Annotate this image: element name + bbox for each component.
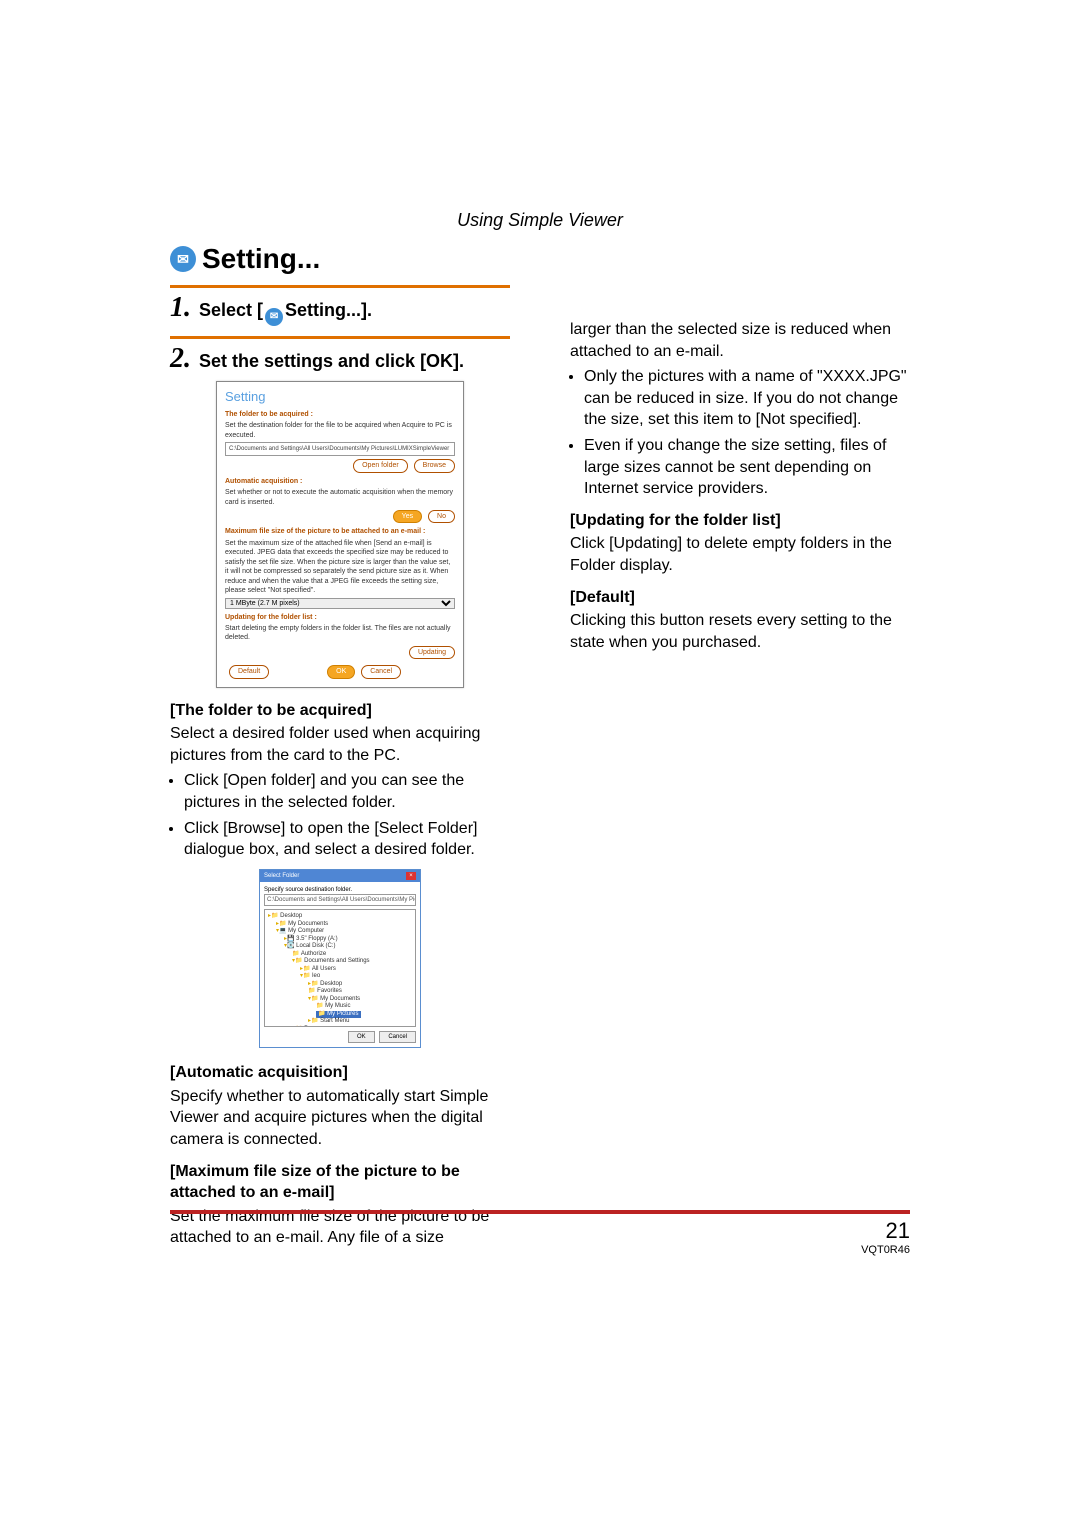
ok-button[interactable]: OK [348, 1031, 375, 1043]
step-2: 2. Set the settings and click [OK]. [170, 345, 510, 373]
group-label: Updating for the folder list : [225, 613, 455, 622]
browse-button[interactable]: Browse [414, 459, 455, 472]
group-description: Set whether or not to execute the automa… [225, 488, 455, 507]
page-footer: 21 VQT0R46 [170, 1210, 910, 1256]
ok-button[interactable]: OK [327, 665, 355, 678]
yes-button[interactable]: Yes [393, 510, 422, 523]
subheading: [The folder to be acquired] [170, 700, 510, 722]
group-description: Set the destination folder for the file … [225, 421, 455, 440]
footer-rule [170, 1210, 910, 1214]
group-description: Set the maximum size of the attached fil… [225, 539, 455, 596]
folder-tree[interactable]: ▸📁 Desktop ▸📁 My Documents ▾💻 My Compute… [264, 909, 416, 1027]
step1-prefix: Select [ [199, 300, 263, 320]
group-label: Maximum file size of the picture to be a… [225, 527, 455, 536]
dialog-title: Setting [225, 388, 455, 406]
subheading: [Default] [570, 587, 910, 609]
body-text: Click [Updating] to delete empty folders… [570, 533, 910, 576]
section-title-text: Setting... [202, 243, 320, 275]
list-item: Click [Browse] to open the [Select Folde… [184, 818, 510, 861]
close-icon[interactable]: × [406, 872, 416, 880]
list-item: Even if you change the size setting, fil… [584, 435, 910, 500]
subheading: [Maximum file size of the picture to be … [170, 1161, 510, 1204]
group-label: The folder to be acquired : [225, 410, 455, 419]
mail-icon [170, 246, 196, 272]
bullet-list: Click [Open folder] and you can see the … [184, 770, 510, 860]
document-code: VQT0R46 [170, 1244, 910, 1256]
divider [170, 285, 510, 288]
left-column: 1. Select [ Setting...]. 2. Set the setti… [170, 275, 510, 1251]
subheading: [Automatic acquisition] [170, 1062, 510, 1084]
body-text: Clicking this button resets every settin… [570, 610, 910, 653]
dialog-label: Specify source destination folder. [264, 886, 416, 894]
section-title: Setting... [170, 243, 910, 275]
folder-path-input[interactable]: C:\Documents and Settings\All Users\Docu… [225, 442, 455, 456]
list-item: Only the pictures with a name of "XXXX.J… [584, 366, 910, 431]
path-input[interactable]: C:\Documents and Settings\All Users\Docu… [264, 894, 416, 906]
group-label: Automatic acquisition : [225, 477, 455, 486]
step-1: 1. Select [ Setting...]. [170, 294, 510, 326]
body-text: larger than the selected size is reduced… [570, 319, 910, 362]
mail-icon [265, 308, 283, 326]
updating-button[interactable]: Updating [409, 646, 455, 659]
list-item: Click [Open folder] and you can see the … [184, 770, 510, 813]
document-page: Using Simple Viewer Setting... 1. Select… [170, 210, 910, 1251]
body-text: Specify whether to automatically start S… [170, 1086, 510, 1151]
no-button[interactable]: No [428, 510, 455, 523]
setting-dialog-screenshot: Setting The folder to be acquired : Set … [216, 381, 464, 687]
selected-folder[interactable]: 📁 My Pictures [316, 1011, 361, 1019]
dialog-titlebar: Select Folder × [260, 870, 420, 882]
step-number: 2. [170, 345, 191, 373]
step1-suffix: Setting...]. [285, 300, 372, 320]
step-text: Set the settings and click [OK]. [199, 345, 464, 373]
cancel-button[interactable]: Cancel [379, 1031, 416, 1043]
default-button[interactable]: Default [229, 665, 269, 678]
open-folder-button[interactable]: Open folder [353, 459, 408, 472]
dialog-title: Select Folder [264, 872, 299, 880]
page-number: 21 [170, 1218, 910, 1244]
divider [170, 336, 510, 339]
right-column: larger than the selected size is reduced… [570, 275, 910, 1251]
step-text: Select [ Setting...]. [199, 294, 372, 326]
bullet-list: Only the pictures with a name of "XXXX.J… [584, 366, 910, 500]
body-text: Select a desired folder used when acquir… [170, 723, 510, 766]
subheading: [Updating for the folder list] [570, 510, 910, 532]
group-description: Start deleting the empty folders in the … [225, 624, 455, 643]
max-size-select[interactable]: 1 MByte (2.7 M pixels) [225, 598, 455, 609]
step-number: 1. [170, 294, 191, 322]
cancel-button[interactable]: Cancel [361, 665, 401, 678]
browse-dialog-screenshot: Select Folder × Specify source destinati… [259, 869, 421, 1048]
two-column-layout: 1. Select [ Setting...]. 2. Set the setti… [170, 275, 910, 1251]
chapter-header: Using Simple Viewer [170, 210, 910, 231]
